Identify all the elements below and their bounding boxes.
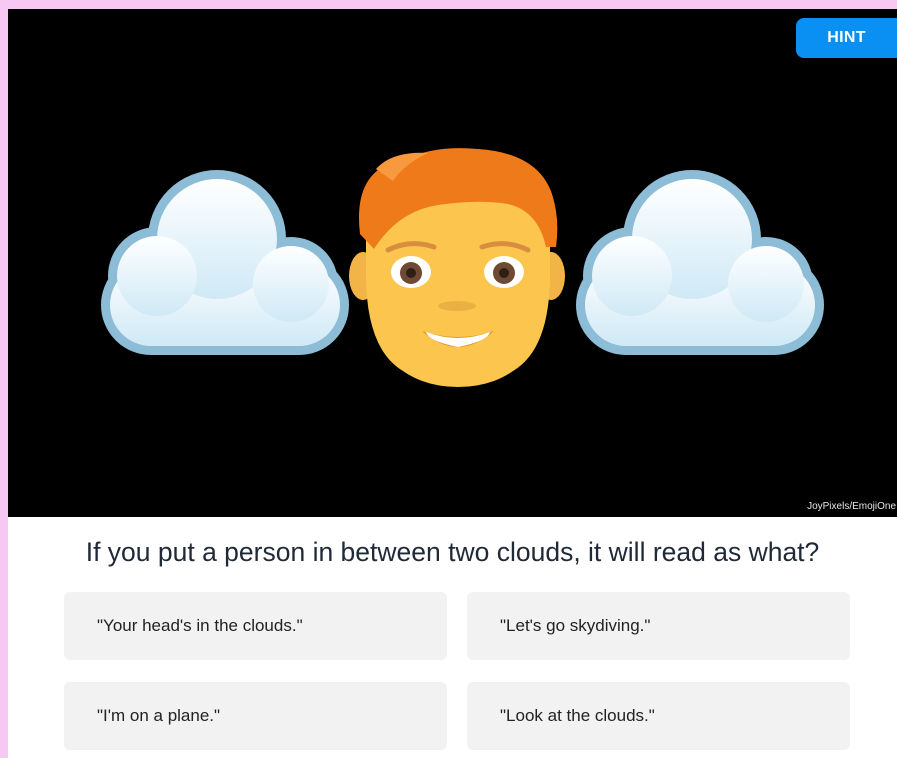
image-credit: JoyPixels/EmojiOne — [807, 501, 896, 512]
answer-option-3[interactable]: "I'm on a plane." — [64, 682, 447, 750]
answer-option-label: "Your head's in the clouds." — [97, 616, 303, 635]
question-image: HINT JoyPixels/EmojiOne — [8, 9, 897, 517]
answer-option-4[interactable]: "Look at the clouds." — [467, 682, 850, 750]
cloud-icon — [585, 179, 815, 346]
answer-option-1[interactable]: "Your head's in the clouds." — [64, 592, 447, 660]
question-text: If you put a person in between two cloud… — [85, 537, 820, 567]
cloud-icon — [110, 179, 340, 346]
answer-option-label: "Let's go skydiving." — [500, 616, 651, 635]
answer-option-label: "Look at the clouds." — [500, 706, 655, 725]
hint-button[interactable]: HINT — [796, 18, 897, 58]
quiz-card: HINT JoyPixels/EmojiOne If you put a per… — [8, 9, 897, 758]
answer-option-label: "I'm on a plane." — [97, 706, 221, 725]
emoji-scene — [8, 148, 897, 387]
answer-option-2[interactable]: "Let's go skydiving." — [467, 592, 850, 660]
man-face-icon — [349, 148, 565, 387]
